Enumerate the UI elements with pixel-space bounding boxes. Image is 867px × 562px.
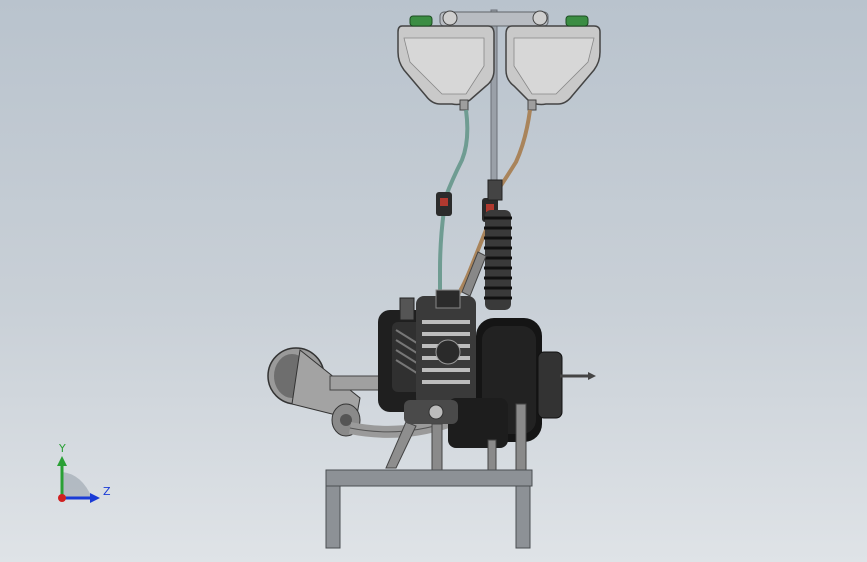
fuel-tank-right[interactable] — [505, 10, 601, 111]
test-stand[interactable] — [325, 469, 533, 549]
z-axis-arrow — [90, 493, 100, 503]
triad-shadow — [62, 472, 92, 498]
frame-rail — [329, 375, 381, 391]
fuel-tank-left[interactable] — [397, 10, 495, 111]
mount-post-right — [515, 403, 527, 471]
engine-cylinder[interactable] — [378, 289, 476, 412]
exhaust-horn — [267, 347, 361, 437]
y-axis-arrow — [57, 456, 67, 466]
graphics-viewport[interactable]: Y Z — [0, 0, 867, 562]
mount-post-left — [431, 423, 443, 471]
triad-origin — [58, 494, 66, 502]
engine-assembly-model[interactable] — [0, 0, 867, 562]
mount-post-mid — [487, 439, 497, 471]
y-axis-label: Y — [59, 442, 66, 455]
z-axis-label: Z — [103, 485, 111, 498]
fuel-filter-left — [436, 192, 452, 216]
shock-absorber — [484, 179, 512, 310]
output-shaft — [560, 372, 596, 380]
